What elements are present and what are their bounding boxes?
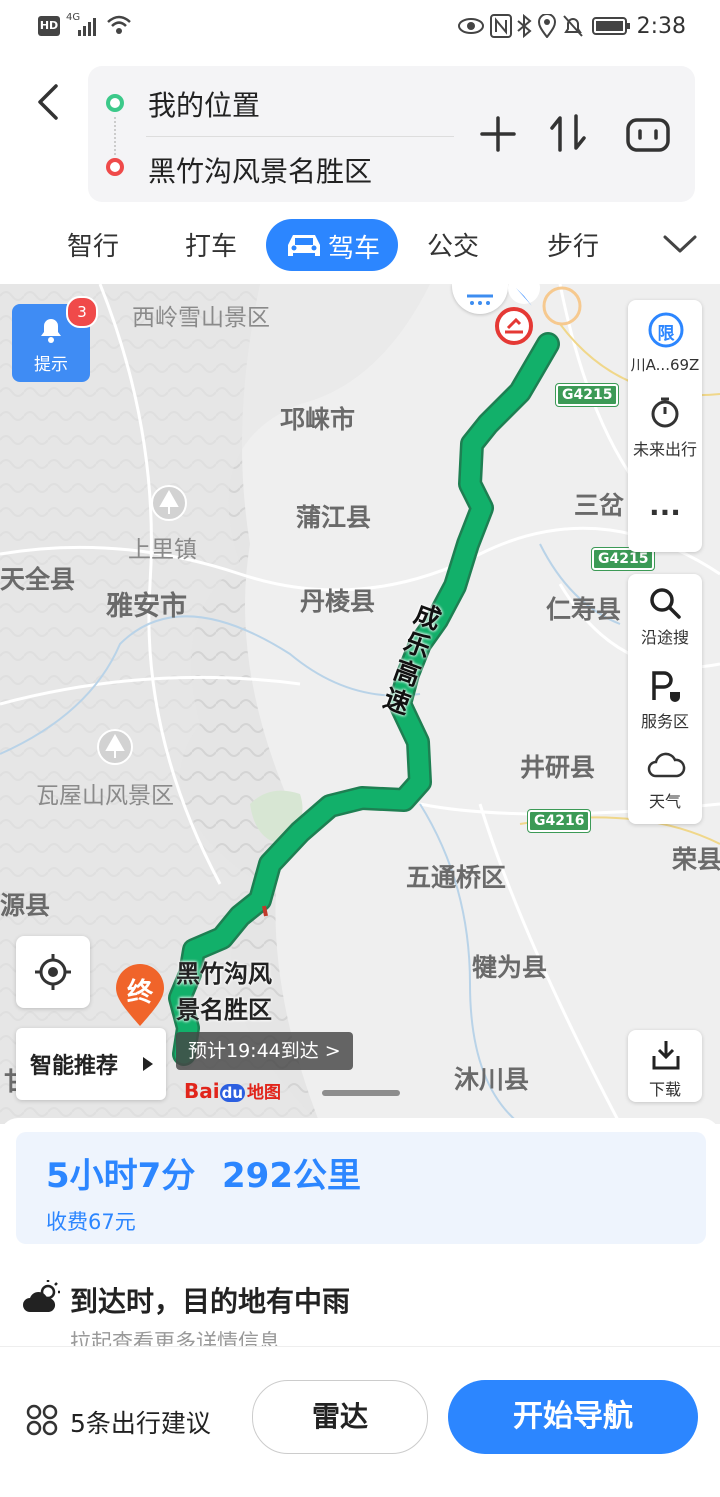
route-toll: 收费67元 [46,1210,136,1234]
radar-button[interactable]: 雷达 [252,1380,428,1454]
place-label: 雅安市 [106,591,187,622]
reminder-label: 提示 [34,355,68,375]
incident-icon [495,307,533,345]
eye-icon [458,18,484,34]
tab-smart[interactable]: 智行 [58,224,128,270]
search-icon [650,588,681,619]
grid-icon [26,1404,58,1436]
place-label: 犍为县 [472,953,548,982]
status-bar: HD 4G 2:38 [0,0,720,56]
chevron-down-icon[interactable] [662,232,698,256]
place-label: 天全县 [0,565,76,594]
destination-marker-text: 终 [126,978,153,1008]
nfc-icon [490,14,512,38]
more-options[interactable]: ··· [628,496,702,529]
origin-field[interactable]: 我的位置 [148,84,260,124]
reminder-badge: 3 [66,296,98,328]
start-navigation-button[interactable]: 开始导航 [448,1380,698,1454]
sheet-handle[interactable] [322,1090,400,1096]
destination-map-label: 黑竹沟风 景名胜区 [176,956,272,1028]
tab-drive[interactable]: 驾车 [266,219,398,271]
place-label: 井研县 [520,753,596,782]
tab-taxi[interactable]: 打车 [176,224,246,270]
destination-dot [106,158,124,176]
route-preference-icon[interactable] [626,118,670,152]
mute-icon [563,15,583,37]
stopwatch-icon [651,397,679,428]
cloud-icon [647,752,686,778]
tab-walk[interactable]: 步行 [538,224,608,270]
location-icon [538,14,556,38]
place-label: 五通桥区 [406,863,507,892]
highway-shield: G4216 [526,809,592,833]
place-label: 荣县 [672,845,720,874]
swap-icon[interactable] [548,112,588,154]
wifi-icon [107,15,131,34]
weather-rain-icon [23,1280,60,1312]
route-distance: 292公里 [222,1156,361,1196]
weather-notice-hint: 拉起查看更多详情信息 [70,1330,280,1346]
add-waypoint-icon[interactable] [478,114,518,154]
eta-bubble[interactable]: 预计19:44到达 > [176,1032,353,1070]
origin-dot [106,94,124,112]
plate-label[interactable]: 川A...69Z [628,354,702,375]
future-trip-label[interactable]: 未来出行 [628,436,702,460]
map-terrain [0,284,720,1124]
place-label: 上里镇 [128,537,197,563]
place-label: 仁寿县 [546,595,622,624]
restriction-icon-text: 限 [657,324,675,344]
baidu-logo-bai: Bai [184,1079,220,1103]
clock: 2:38 [636,14,686,39]
map-tools-panel: 限 川A...69Z 未来出行 ··· [628,300,702,552]
place-label: 蒲江县 [296,503,372,532]
back-icon[interactable] [30,82,70,122]
scenic-marker-icon [151,485,187,521]
place-label: 沐川县 [454,1065,530,1094]
locate-icon [35,954,71,990]
place-label: 西岭雪山景区 [132,305,270,331]
place-label: 丹棱县 [300,587,376,616]
weather-label[interactable]: 天气 [628,788,702,812]
destination-label-line: 景名胜区 [176,996,272,1024]
route-divider [146,136,454,137]
baidu-logo-map: 地图 [247,1083,282,1103]
service-area-icon [652,671,680,702]
caret-right-icon [143,1057,153,1071]
search-along-label[interactable]: 沿途搜 [628,624,702,648]
baidu-logo-du: du [219,1084,246,1102]
place-label: 邛崃市 [280,405,356,434]
baidu-logo: Bai du 地图 [184,1078,281,1103]
smart-recommend-label: 智能推荐 [30,1054,119,1079]
route-map[interactable]: 西岭雪山景区 邛崃市 蒲江县 上里镇 天全县 雅安市 丹棱县 仁寿县 三岔 井研… [0,284,720,1124]
highway-shield: G4215 [554,383,620,407]
place-label: 三岔 [574,491,625,520]
route-connector [114,117,118,155]
weather-notice-text: 到达时，目的地有中雨 [70,1285,351,1318]
service-area-label[interactable]: 服务区 [628,708,702,732]
route-duration: 5小时7分 [46,1156,196,1196]
download-icon [652,1041,680,1070]
route-tools-panel: 沿途搜 服务区 天气 [628,574,702,824]
locate-button[interactable] [16,936,90,1008]
bell-icon [41,319,61,343]
rain-icon [467,294,493,305]
place-label: 源县 [0,891,51,920]
place-label: 瓦屋山风景区 [36,783,174,809]
download-label: 下载 [648,1080,681,1099]
destination-label-line: 黑竹沟风 [176,960,272,988]
hd-badge: HD [38,16,60,36]
tab-transit[interactable]: 公交 [418,224,488,270]
tab-drive-label: 驾车 [328,234,381,264]
car-icon [288,235,320,256]
download-button[interactable]: 下载 [628,1030,702,1102]
signal-icon [78,18,96,36]
scenic-marker-icon [97,729,133,765]
destination-field[interactable]: 黑竹沟风景名胜区 [148,150,372,190]
bluetooth-icon [517,14,532,38]
smart-recommend-button[interactable]: 智能推荐 [16,1028,166,1100]
battery-icon [592,17,630,35]
travel-suggestions-link[interactable]: 5条出行建议 [70,1404,211,1440]
